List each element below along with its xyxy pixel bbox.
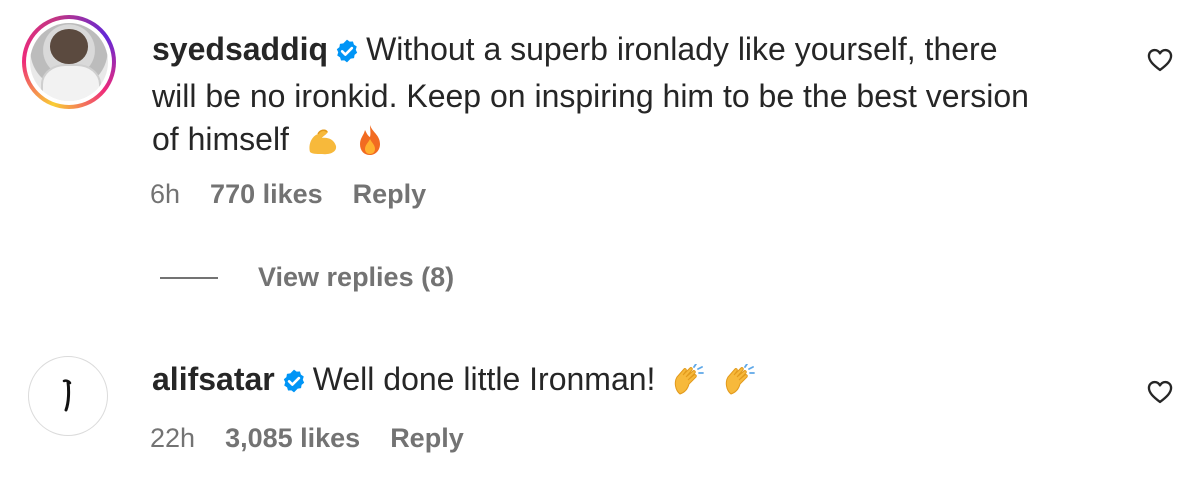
- comment-text: Without a superb ironlady like yourself,…: [366, 31, 998, 67]
- comment-time[interactable]: 6h: [150, 179, 180, 210]
- verified-badge-icon: [281, 362, 307, 405]
- comment-time[interactable]: 22h: [150, 423, 195, 454]
- avatar-logo: [62, 379, 72, 412]
- comment-line-3: of himself: [152, 118, 1152, 167]
- avatar-inner: [26, 19, 112, 105]
- comment-meta: 6h 770 likes Reply: [150, 179, 426, 210]
- heart-outline-icon[interactable]: [1145, 378, 1175, 406]
- comment-text: Well done little Ironman!: [312, 361, 656, 397]
- avatar[interactable]: [22, 15, 116, 109]
- heart-outline-icon[interactable]: [1145, 46, 1175, 74]
- reply-button[interactable]: Reply: [390, 423, 464, 454]
- likes-count[interactable]: 770 likes: [210, 179, 323, 210]
- username[interactable]: alifsatar: [152, 361, 275, 397]
- view-replies-label: View replies (8): [258, 262, 455, 292]
- avatar[interactable]: [28, 356, 108, 436]
- comment-line-1: syedsaddiq Without a superb ironlady lik…: [152, 28, 1152, 75]
- view-replies-button[interactable]: View replies (8): [160, 262, 454, 293]
- comments-section: syedsaddiq Without a superb ironlady lik…: [0, 0, 1200, 501]
- flexed-biceps-emoji: [306, 124, 340, 167]
- verified-badge-icon: [334, 32, 360, 75]
- view-replies-line: [160, 276, 218, 279]
- likes-count[interactable]: 3,085 likes: [225, 423, 360, 454]
- comment-text: of himself: [152, 121, 289, 157]
- reply-button[interactable]: Reply: [353, 179, 427, 210]
- username[interactable]: syedsaddiq: [152, 31, 328, 67]
- comment-body: alifsatar Well done little Ironman!: [152, 358, 757, 407]
- clapping-hands-emoji: [723, 363, 757, 407]
- clapping-hands-emoji: [672, 363, 706, 407]
- comment-meta: 22h 3,085 likes Reply: [150, 423, 464, 454]
- comment-body: syedsaddiq Without a superb ironlady lik…: [152, 28, 1152, 167]
- avatar-photo: [30, 23, 108, 101]
- comment-line-2: will be no ironkid. Keep on inspiring hi…: [152, 78, 1029, 114]
- fire-emoji: [357, 124, 383, 167]
